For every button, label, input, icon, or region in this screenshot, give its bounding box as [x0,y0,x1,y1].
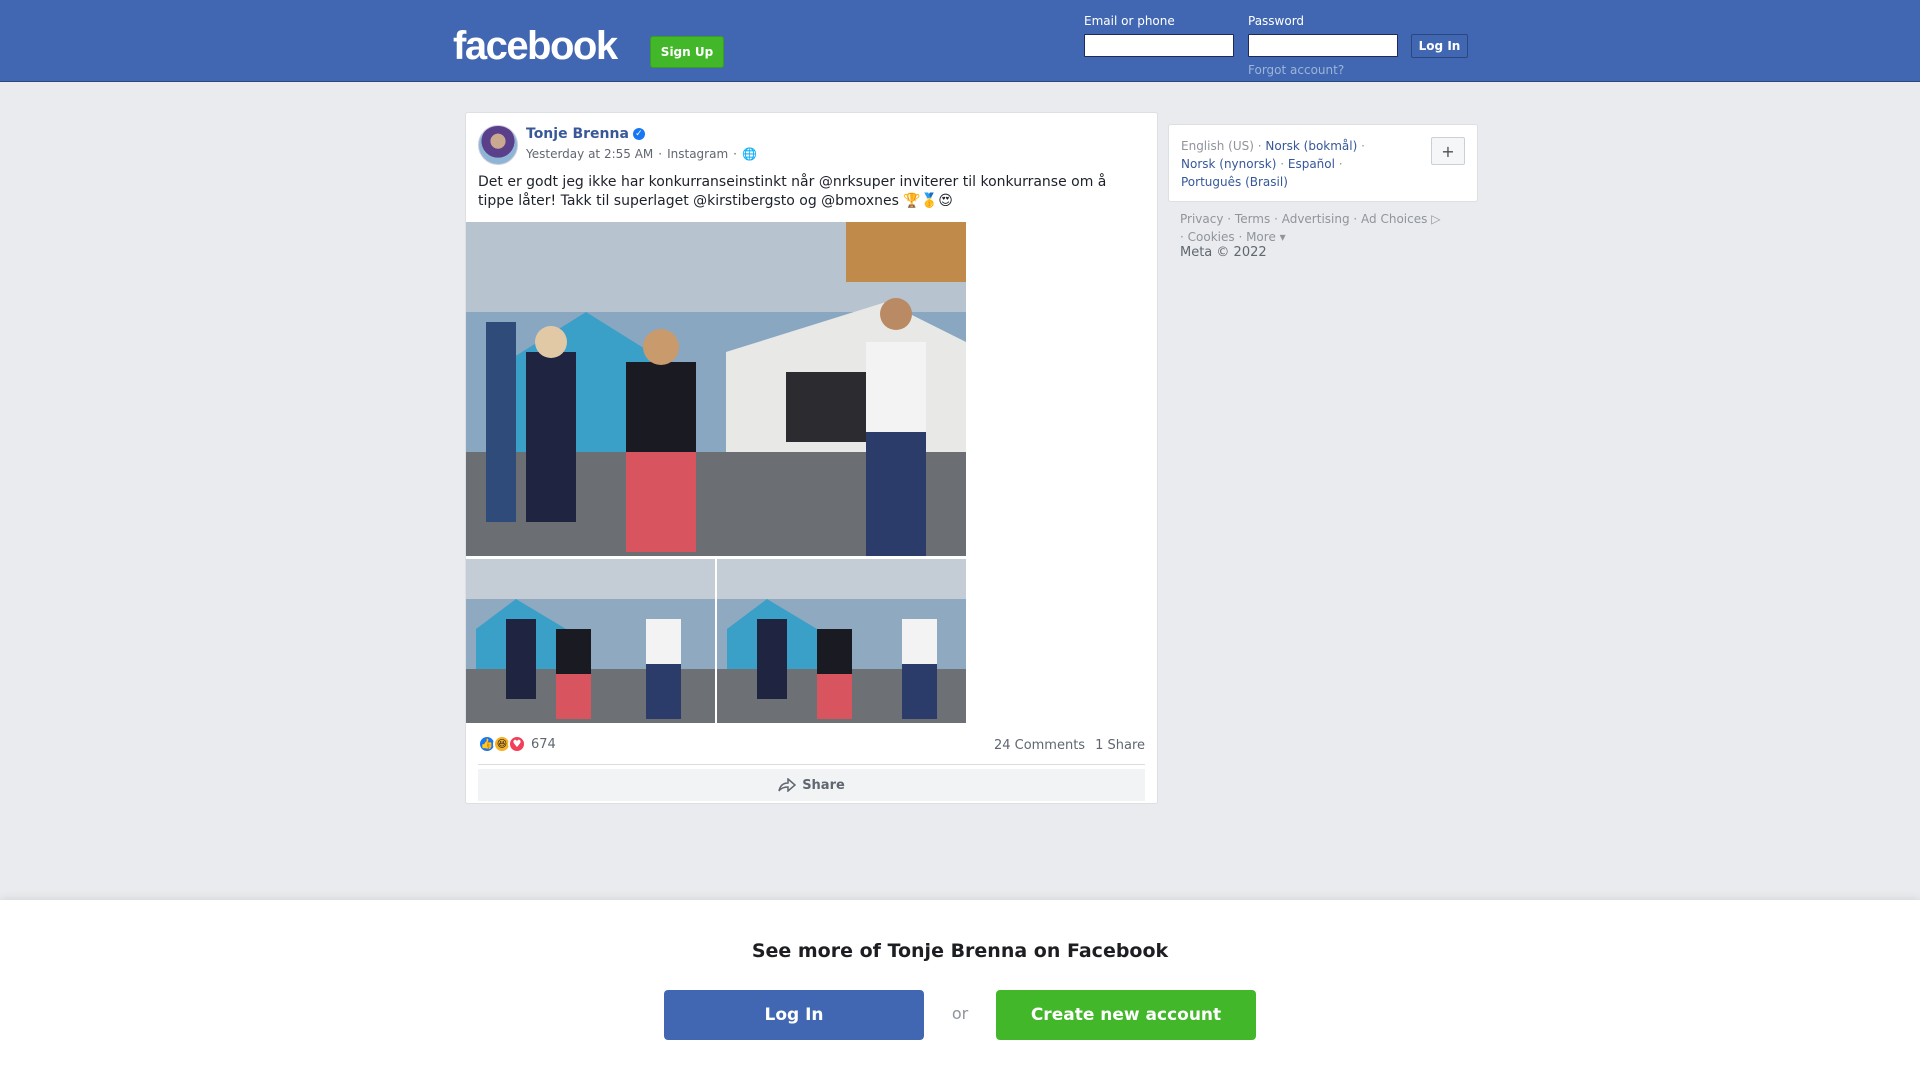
verified-badge-icon: ✓ [632,128,645,140]
reactions-count: 674 [531,736,556,752]
avatar[interactable] [478,125,518,165]
login-button[interactable]: Log In [1411,34,1468,58]
password-label: Password [1248,14,1305,28]
love-reaction-icon: ♥ [508,735,526,753]
ad-choices-link[interactable]: Ad Choices ▷ [1361,212,1440,226]
banner-or-text: or [951,1004,969,1023]
terms-link[interactable]: Terms [1235,212,1270,226]
reactions-summary[interactable]: 👍 😆 ♥ 674 [478,735,556,753]
facebook-logo[interactable]: facebook [453,24,618,69]
email-label: Email or phone [1084,14,1175,28]
privacy-link[interactable]: Privacy [1180,212,1223,226]
shares-count[interactable]: 1 Share [1095,738,1145,753]
email-field[interactable] [1084,34,1234,57]
caret-down-icon: ▾ [1279,230,1286,244]
post-stats: 24 Comments 1 Share [994,738,1145,753]
top-navbar: facebook Sign Up Email or phone Password… [0,0,1920,82]
language-norsk-nynorsk[interactable]: Norsk (nynorsk) [1181,157,1276,171]
share-button[interactable]: Share [478,769,1145,801]
meta-separator: · [658,147,663,161]
cookies-link[interactable]: Cookies [1188,230,1235,244]
post-source[interactable]: Instagram [667,147,728,161]
comments-count[interactable]: 24 Comments [994,738,1085,753]
share-label: Share [802,777,845,793]
ad-choices-label: Ad Choices [1361,212,1428,226]
post-photo-thumb[interactable] [717,559,966,723]
create-account-button[interactable]: Create new account [996,990,1256,1040]
divider [478,764,1145,765]
meta-separator: · [733,147,737,161]
forgot-account-link[interactable]: Forgot account? [1248,63,1344,77]
post-meta: Yesterday at 2:55 AM · Instagram · 🌐 [526,147,757,161]
photo-main-image [466,222,966,556]
footer-links: Privacy · Terms · Advertising · Ad Choic… [1180,212,1441,244]
language-current: English (US) [1181,139,1254,153]
share-arrow-icon [778,778,797,792]
more-label: More [1246,230,1276,244]
globe-icon: 🌐 [741,147,757,161]
sign-up-button[interactable]: Sign Up [650,36,724,68]
password-field[interactable] [1248,34,1398,57]
author-name[interactable]: Tonje Brenna [526,126,629,142]
post-timestamp[interactable]: Yesterday at 2:55 AM [526,147,653,161]
advertising-link[interactable]: Advertising [1282,212,1350,226]
more-languages-button[interactable]: + [1431,137,1465,165]
post-photo-thumb[interactable] [466,559,715,723]
more-link[interactable]: More ▾ [1246,230,1286,244]
post-author[interactable]: Tonje Brenna ✓ [526,126,645,142]
copyright: Meta © 2022 [1180,245,1267,260]
post-photo-main[interactable] [466,222,966,556]
login-prompt-banner: See more of Tonje Brenna on Facebook Log… [0,900,1920,1080]
banner-login-button[interactable]: Log In [664,990,924,1040]
language-selector: English (US) · Norsk (bokmål) · Norsk (n… [1168,124,1478,202]
ad-choices-icon: ▷ [1431,212,1441,226]
post-card: Tonje Brenna ✓ Yesterday at 2:55 AM · In… [465,112,1158,804]
language-espanol[interactable]: Español [1288,157,1335,171]
banner-title: See more of Tonje Brenna on Facebook [751,940,1169,962]
language-portugues[interactable]: Português (Brasil) [1181,175,1288,189]
photo-thumb-image [717,559,966,723]
photo-thumb-image [466,559,715,723]
language-list: English (US) · Norsk (bokmål) · Norsk (n… [1181,139,1365,189]
language-norsk-bokmal[interactable]: Norsk (bokmål) [1265,139,1357,153]
post-text: Det er godt jeg ikke har konkurranseinst… [478,174,1107,209]
